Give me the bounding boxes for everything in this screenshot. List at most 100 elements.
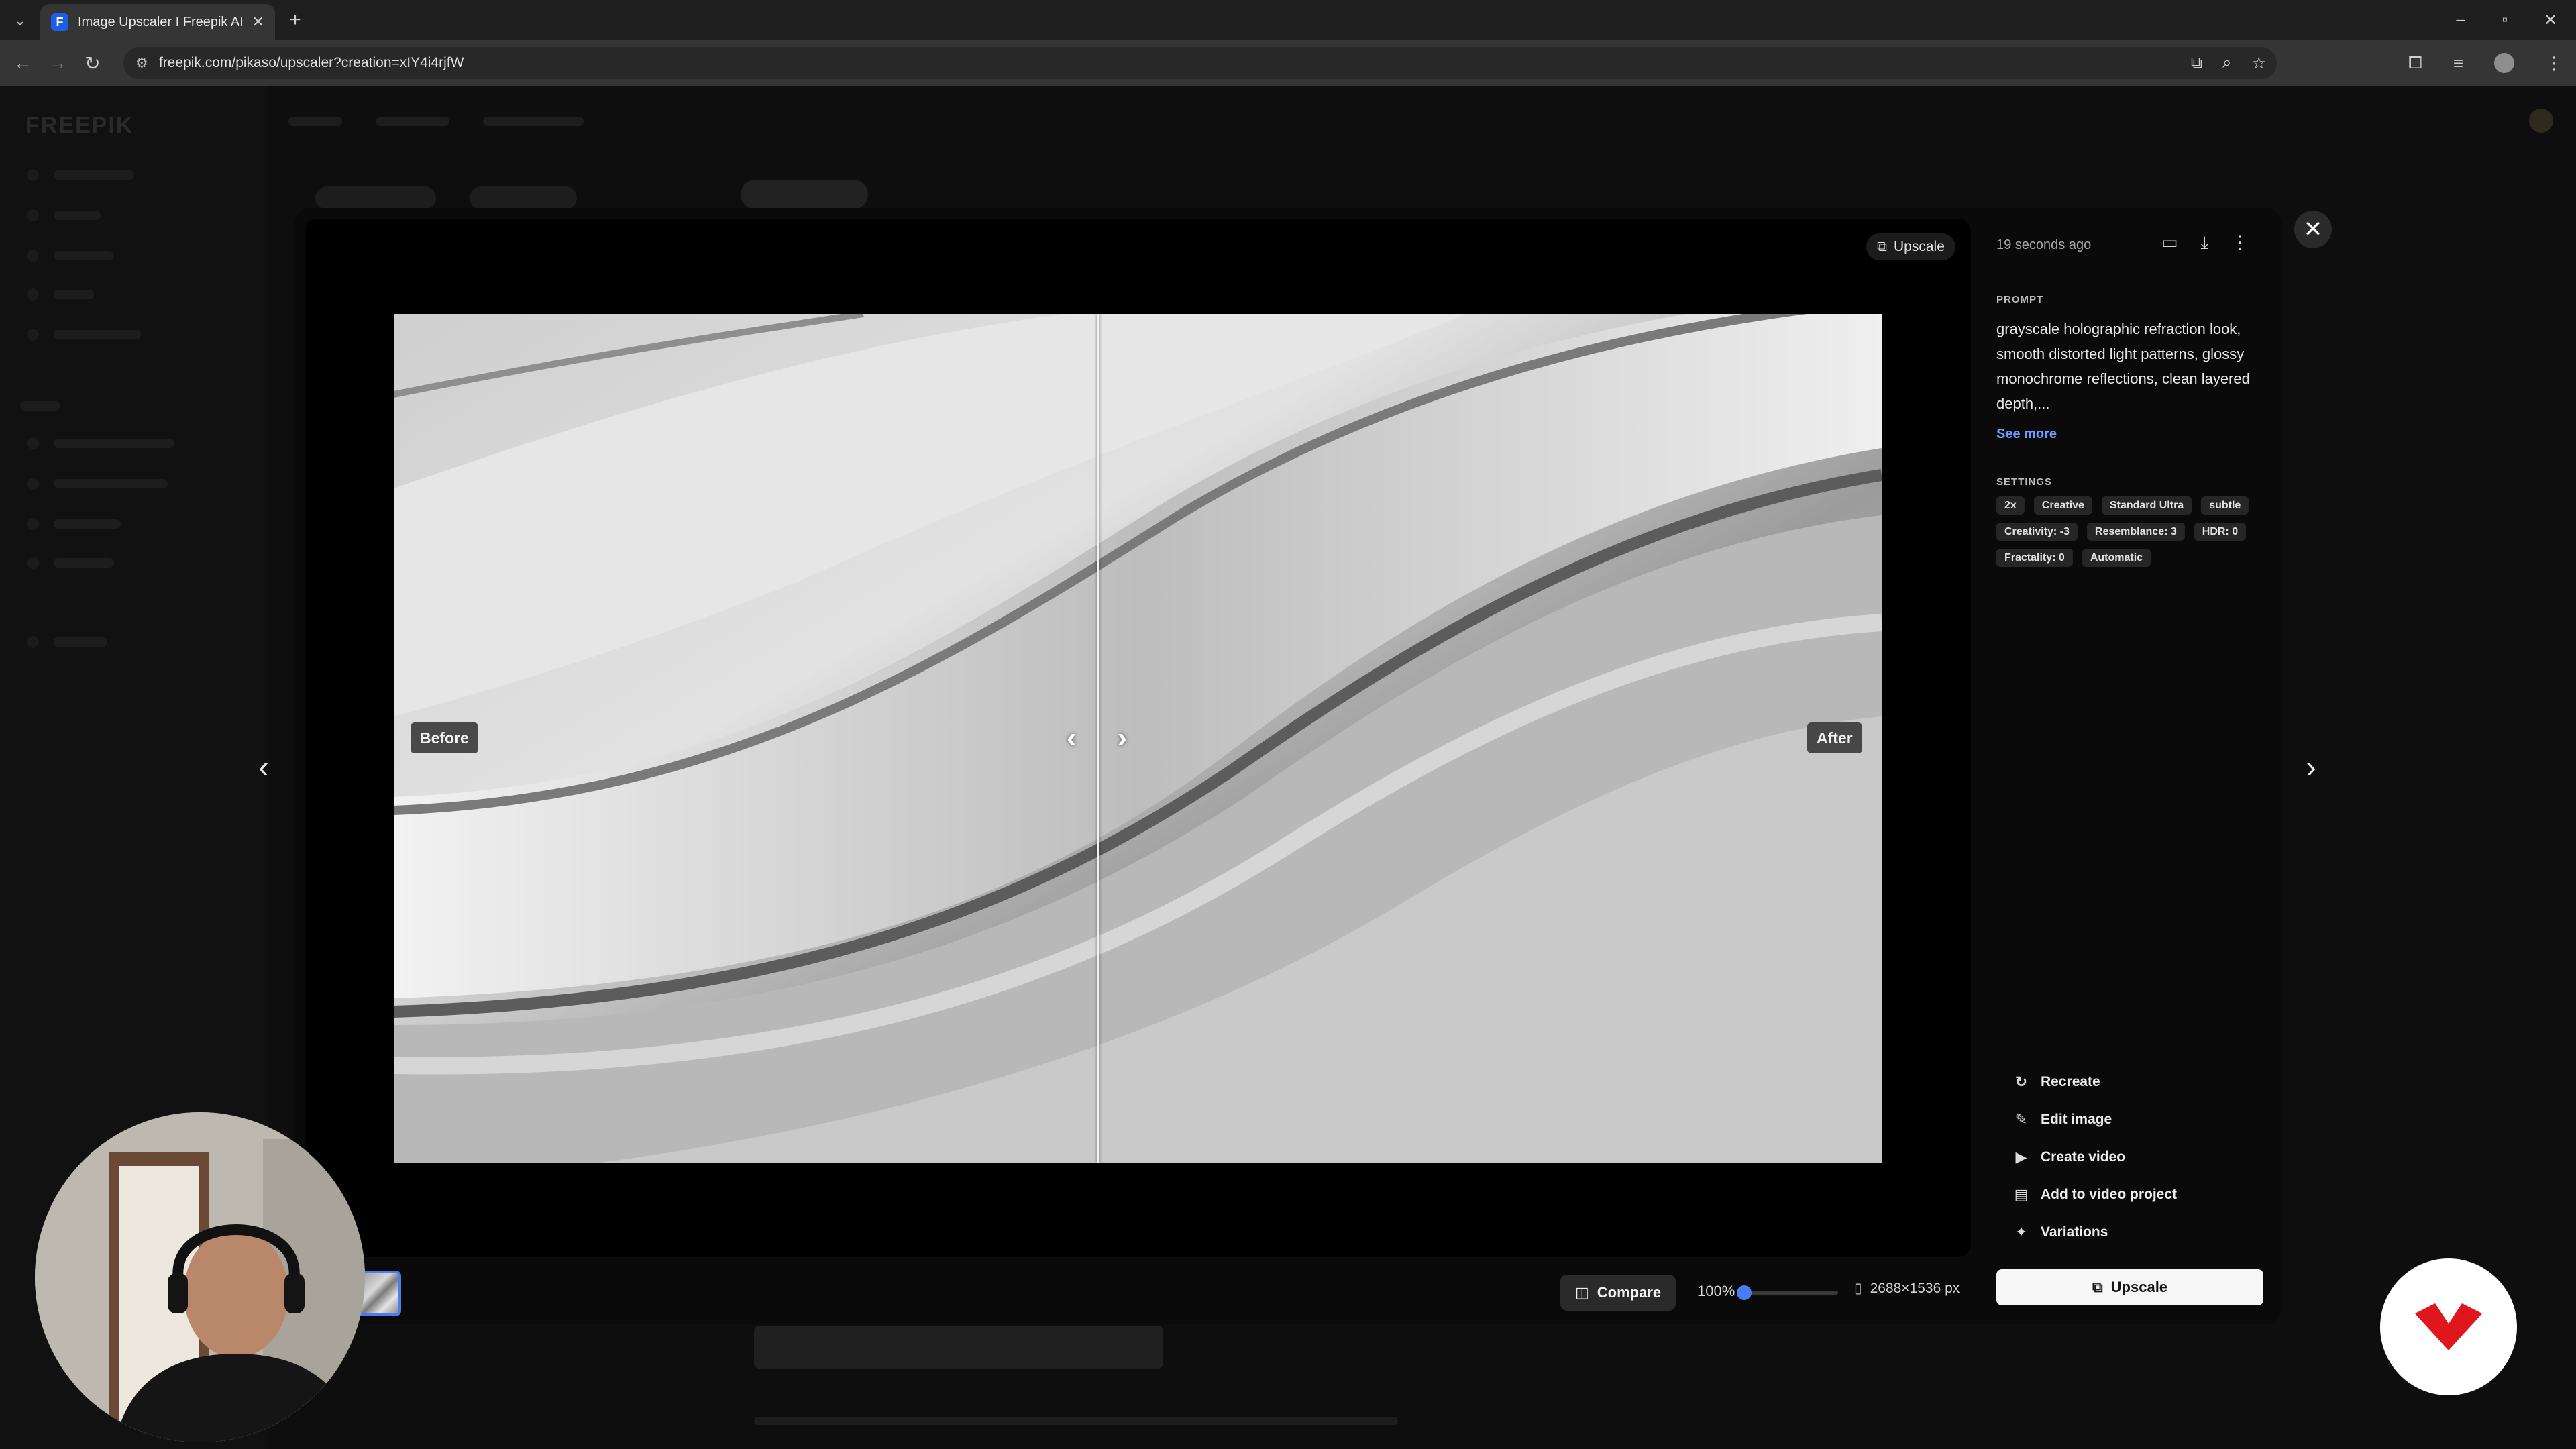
previous-image-arrow-icon[interactable]: ‹	[247, 749, 280, 784]
compare-label: Compare	[1597, 1284, 1662, 1301]
sidebar-ghost-item	[54, 330, 141, 339]
action-label: Edit image	[2041, 1112, 2112, 1127]
bookmark-star-icon[interactable]: ☆	[2251, 54, 2266, 73]
content-ghost	[754, 1417, 1398, 1425]
tab-close-icon[interactable]: ✕	[252, 13, 264, 31]
sidebar-ghost-item	[54, 558, 114, 568]
after-label: After	[1807, 722, 1862, 753]
media-controls-icon[interactable]: ≡	[2453, 53, 2463, 74]
tab-list-chevron-icon[interactable]: ⌄	[7, 9, 34, 32]
zoom-slider[interactable]	[1737, 1285, 1838, 1300]
sidebar-ghost-item	[54, 439, 174, 448]
prompt-text: grayscale holographic refraction look, s…	[1996, 321, 2250, 412]
compare-icon: ◫	[1575, 1284, 1589, 1301]
close-modal-button[interactable]: ✕	[2294, 211, 2332, 248]
setting-chip: subtle	[2201, 496, 2249, 515]
background-avatar	[2529, 109, 2553, 133]
sidebar-ghost-icon	[27, 636, 39, 648]
refresh-icon: ↻	[2015, 1073, 2028, 1090]
variations-action[interactable]: ✦ Variations	[2012, 1221, 2177, 1244]
video-icon: ▶	[2015, 1148, 2027, 1165]
pill-ghost	[741, 180, 868, 209]
extensions-icon[interactable]: ⧠	[2408, 52, 2422, 74]
settings-chips: 2x Creative Standard Ultra subtle Creati…	[1996, 496, 2251, 567]
sidebar-ghost-icon	[27, 169, 39, 181]
edit-image-action[interactable]: ✎ Edit image	[2012, 1108, 2177, 1131]
tab-ghost	[315, 186, 436, 209]
back-arrow-icon[interactable]: ←	[8, 48, 38, 78]
freepik-favicon-icon: F	[51, 13, 68, 31]
zoom-level: 100%	[1697, 1283, 1735, 1299]
sidebar-ghost-icon	[27, 478, 39, 490]
recreate-action[interactable]: ↻ Recreate	[2012, 1071, 2177, 1093]
next-image-arrow-icon[interactable]: ›	[2294, 749, 2328, 784]
upscale-icon: ⧉	[1877, 239, 1887, 254]
setting-chip: HDR: 0	[2194, 523, 2247, 541]
settings-heading: SETTINGS	[1996, 476, 2053, 488]
actions-list: ↻ Recreate ✎ Edit image ▶ Create video ▤…	[2012, 1071, 2177, 1244]
setting-chip: 2x	[1996, 496, 2025, 515]
sidebar-ghost-icon	[27, 329, 39, 341]
image-size-text: 2688×1536 px	[1870, 1280, 1960, 1296]
compare-slider-handle[interactable]: ‹ ›	[1067, 721, 1127, 754]
setting-chip: Creative	[2033, 496, 2092, 515]
sidebar-ghost-item	[54, 251, 114, 260]
action-label: Add to video project	[2041, 1187, 2178, 1202]
setting-chip: Automatic	[2082, 549, 2151, 567]
freepik-logo: FREEPIK	[25, 113, 134, 138]
folder-icon[interactable]: ▭	[2161, 232, 2178, 254]
abstract-wave-image	[394, 314, 1882, 1163]
tab-title: Image Upscaler I Freepik AI	[78, 14, 243, 30]
webcam-overlay	[35, 1112, 365, 1442]
sidebar-ghost-item	[54, 479, 168, 488]
site-info-icon[interactable]: ⚙	[136, 55, 148, 72]
reload-icon[interactable]: ↻	[78, 48, 107, 78]
red-logo-icon	[2415, 1303, 2482, 1350]
breadcrumb-ghost	[288, 117, 342, 126]
create-video-action[interactable]: ▶ Create video	[2012, 1146, 2177, 1169]
sidebar-ghost-item	[54, 170, 134, 180]
zoom-icon[interactable]: ⌕	[2222, 54, 2231, 72]
webcam-person-image	[35, 1112, 365, 1442]
browser-tab-active[interactable]: F Image Upscaler I Freepik AI ✕	[40, 4, 275, 40]
minimize-button[interactable]: –	[2442, 7, 2479, 34]
breadcrumb-ghost	[483, 117, 584, 126]
upscale-mode-chip: ⧉ Upscale	[1866, 233, 1955, 260]
content-ghost	[754, 1326, 1163, 1368]
setting-chip: Fractality: 0	[1996, 549, 2073, 567]
browser-menu-icon[interactable]: ⋮	[2545, 53, 2563, 74]
sidebar-ghost-item	[54, 637, 107, 647]
close-window-button[interactable]: ✕	[2532, 7, 2569, 34]
restore-button[interactable]: ▫	[2486, 7, 2524, 34]
zoom-slider-knob[interactable]	[1737, 1285, 1752, 1300]
download-icon[interactable]: ⤓	[2201, 232, 2209, 254]
address-bar[interactable]: ⚙ freepik.com/pikaso/upscaler?creation=x…	[123, 47, 2277, 79]
setting-chip: Creativity: -3	[1996, 523, 2078, 541]
chevron-right-icon: ›	[1117, 721, 1127, 754]
add-to-video-project-action[interactable]: ▤ Add to video project	[2012, 1183, 2177, 1206]
sidebar-ghost-item	[54, 290, 94, 299]
sidebar-ghost-icon	[27, 437, 39, 449]
details-panel: 19 seconds ago ▭ ⤓ ⋮ PROMPT grayscale ho…	[1996, 219, 2265, 1313]
more-options-icon[interactable]: ⋮	[2231, 232, 2249, 254]
comparison-image[interactable]	[394, 314, 1882, 1163]
sidebar-ghost-icon	[27, 518, 39, 530]
chevron-left-icon: ‹	[1067, 721, 1077, 754]
timestamp: 19 seconds ago	[1996, 237, 2092, 252]
new-tab-button[interactable]: +	[282, 7, 309, 34]
compare-button[interactable]: ◫ Compare	[1560, 1275, 1676, 1311]
forward-arrow-icon[interactable]: →	[43, 48, 72, 78]
sidebar-ghost-item	[54, 519, 121, 529]
upscale-button[interactable]: ⧉ Upscale	[1996, 1269, 2263, 1305]
tab-ghost	[470, 186, 577, 209]
breadcrumb-ghost	[376, 117, 449, 126]
see-more-link[interactable]: See more	[1996, 427, 2057, 442]
browser-tab-bar: ⌄ F Image Upscaler I Freepik AI ✕ + – ▫ …	[0, 0, 2576, 40]
setting-chip: Resemblance: 3	[2086, 523, 2185, 541]
sidebar-ghost-icon	[27, 288, 39, 301]
profile-avatar[interactable]	[2494, 53, 2514, 73]
translate-icon[interactable]: ⧉	[2191, 54, 2202, 72]
sparkle-icon: ✦	[2015, 1224, 2028, 1240]
channel-logo-badge	[2380, 1258, 2517, 1395]
url-text: freepik.com/pikaso/upscaler?creation=xIY…	[158, 55, 464, 70]
